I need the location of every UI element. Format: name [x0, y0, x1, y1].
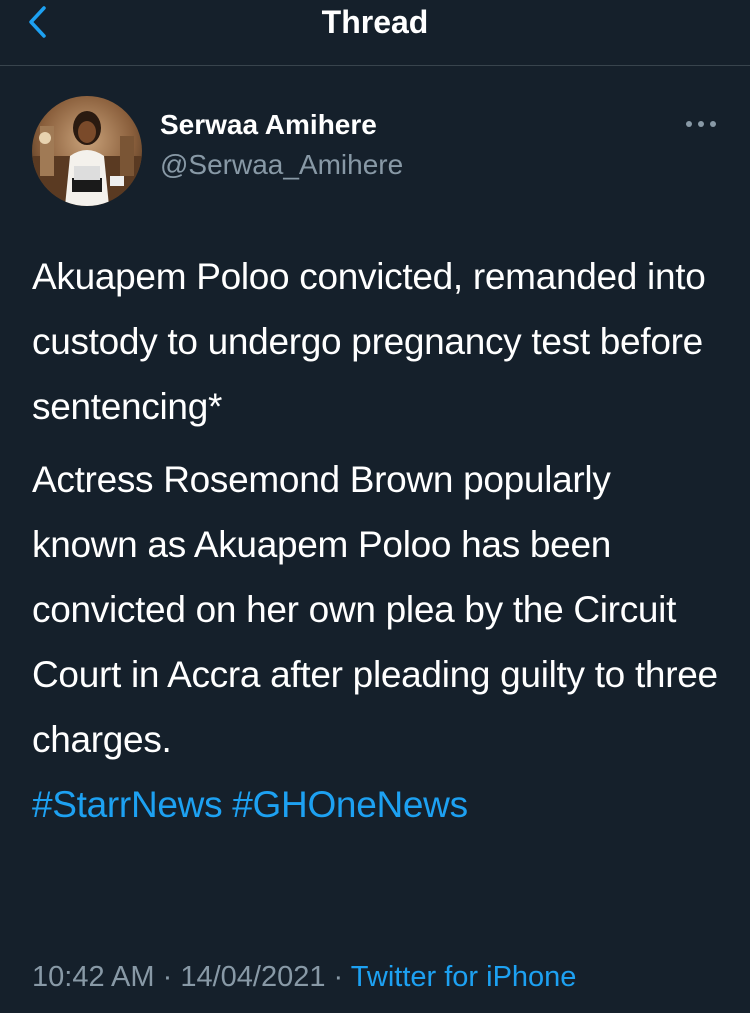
tweet-paragraph-text: Actress Rosemond Brown popularly known a… [32, 459, 718, 760]
page-title: Thread [321, 4, 429, 40]
hashtag-link[interactable]: #GHOneNews [232, 784, 468, 825]
tweet-meta: 10:42 AM · 14/04/2021 · Twitter for iPho… [32, 955, 576, 999]
thread-screen: Thread Serwaa Amihere @Serwaa_Amihere Ak… [0, 0, 750, 1013]
tweet-source-link[interactable]: Twitter for iPhone [351, 961, 577, 993]
tweet-paragraph: Akuapem Poloo convicted, remanded into c… [32, 256, 706, 427]
tweet-text: Akuapem Poloo convicted, remanded into c… [32, 244, 722, 837]
meta-separator: · [162, 961, 173, 993]
hashtag-link[interactable]: #StarrNews [32, 784, 223, 825]
more-horizontal-icon [686, 121, 716, 127]
avatar-photo [32, 96, 142, 206]
avatar[interactable] [32, 96, 142, 206]
author-handle[interactable]: @Serwaa_Amihere [160, 148, 403, 182]
author-display-name[interactable]: Serwaa Amihere [160, 108, 377, 142]
tweet-time: 10:42 AM [32, 961, 155, 993]
top-bar: Thread [0, 0, 750, 66]
meta-separator: · [333, 961, 344, 993]
tweet-paragraph: Actress Rosemond Brown popularly known a… [32, 447, 722, 837]
tweet-date: 14/04/2021 [180, 961, 326, 993]
more-button[interactable] [684, 114, 718, 134]
tweet-author: Serwaa Amihere @Serwaa_Amihere [32, 96, 722, 206]
